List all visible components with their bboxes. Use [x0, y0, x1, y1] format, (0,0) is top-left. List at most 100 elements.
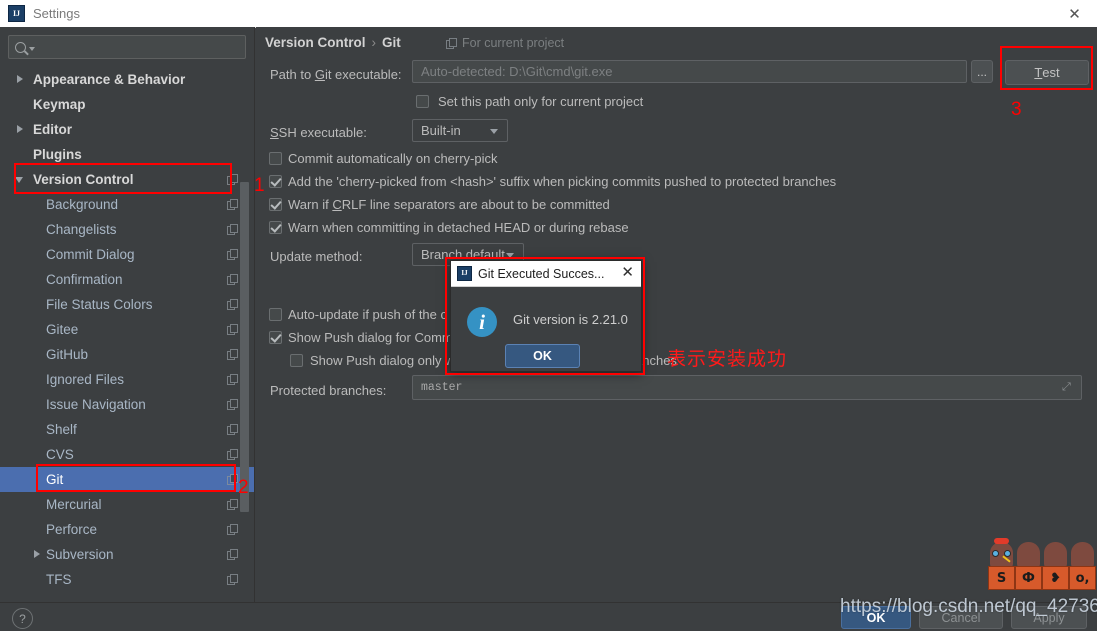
set-path-only-checkbox[interactable]: [416, 95, 429, 108]
copy-settings-icon[interactable]: [227, 324, 238, 335]
copy-settings-icon[interactable]: [227, 299, 238, 310]
git-executable-path-input[interactable]: Auto-detected: D:\Git\cmd\git.exe: [412, 60, 967, 83]
dialog-body: i Git version is 2.21.0 OK: [451, 287, 641, 372]
sidebar-item-label: CVS: [46, 447, 74, 462]
sidebar-item-confirmation[interactable]: Confirmation: [0, 267, 255, 292]
sidebar-item-label: Changelists: [46, 222, 117, 237]
copy-settings-icon[interactable]: [227, 549, 238, 560]
protected-branches-value: master: [421, 381, 463, 394]
checkbox-warn-detached-head[interactable]: [269, 221, 282, 234]
copy-settings-icon[interactable]: [227, 174, 238, 185]
sidebar-item-version-control[interactable]: Version Control: [0, 167, 255, 192]
sidebar-item-tfs[interactable]: TFS: [0, 567, 255, 592]
chevron-right-icon[interactable]: [34, 550, 40, 558]
ssh-executable-value: Built-in: [421, 123, 461, 138]
test-button[interactable]: Test: [1005, 60, 1089, 85]
sidebar-scrollbar-thumb[interactable]: [240, 182, 249, 512]
search-field-wrapper[interactable]: [8, 35, 246, 59]
sidebar-item-label: Ignored Files: [46, 372, 125, 387]
chevron-right-icon[interactable]: [17, 75, 23, 83]
help-icon[interactable]: ?: [12, 608, 33, 629]
checkbox-add-cherry-picked-suffix[interactable]: [269, 175, 282, 188]
sidebar-item-gitee[interactable]: Gitee: [0, 317, 255, 342]
pixel-moles-decoration: S Ф ❥ o,: [988, 538, 1097, 590]
sidebar-item-keymap[interactable]: Keymap: [0, 92, 255, 117]
dialog-titlebar: IJ Git Executed Succes... ✕: [451, 261, 641, 287]
checkbox-auto-update-push[interactable]: [269, 308, 282, 321]
copy-settings-icon[interactable]: [227, 274, 238, 285]
checkbox-show-push-dialog-only[interactable]: [290, 354, 303, 367]
sidebar-item-editor[interactable]: Editor: [0, 117, 255, 142]
sidebar-item-git[interactable]: Git: [0, 467, 255, 492]
search-input[interactable]: [39, 38, 245, 56]
dialog-close-icon[interactable]: ✕: [621, 264, 634, 282]
copy-settings-icon[interactable]: [227, 374, 238, 385]
git-settings-panel: Version Control › Git For current project …: [256, 27, 1097, 602]
window-titlebar: IJ Settings ✕: [0, 0, 1097, 28]
copy-settings-icon[interactable]: [227, 424, 238, 435]
copy-settings-icon[interactable]: [227, 499, 238, 510]
chevron-down-icon[interactable]: [15, 177, 23, 183]
sidebar-item-label: Gitee: [46, 322, 79, 337]
sidebar-item-plugins[interactable]: Plugins: [0, 142, 255, 167]
mole-icon: o,: [1069, 538, 1096, 590]
close-icon[interactable]: ✕: [1052, 0, 1097, 27]
sidebar-item-commit-dialog[interactable]: Commit Dialog: [0, 242, 255, 267]
sidebar-item-mercurial[interactable]: Mercurial: [0, 492, 255, 517]
chevron-down-icon: [29, 47, 35, 51]
copy-settings-icon[interactable]: [227, 224, 238, 235]
sidebar-item-github[interactable]: GitHub: [0, 342, 255, 367]
sidebar-item-file-status-colors[interactable]: File Status Colors: [0, 292, 255, 317]
sidebar-item-label: Keymap: [33, 97, 86, 112]
annotation-number-2: 2: [238, 477, 249, 498]
dialog-message: Git version is 2.21.0: [513, 312, 628, 327]
checkbox-label-0: Commit automatically on cherry-pick: [288, 151, 498, 166]
sidebar-item-ignored-files[interactable]: Ignored Files: [0, 367, 255, 392]
chevron-down-icon: [490, 128, 498, 134]
mole-icon: S: [988, 538, 1015, 590]
sidebar-item-background[interactable]: Background: [0, 192, 255, 217]
expand-icon[interactable]: ⤢: [1062, 381, 1073, 393]
copy-settings-icon[interactable]: [227, 349, 238, 360]
checkbox-warn-crlf[interactable]: [269, 198, 282, 211]
copy-settings-icon[interactable]: [227, 249, 238, 260]
sidebar-item-label: Commit Dialog: [46, 247, 135, 262]
sidebar-item-cvs[interactable]: CVS: [0, 442, 255, 467]
sidebar-item-label: Confirmation: [46, 272, 123, 287]
sidebar-item-perforce[interactable]: Perforce: [0, 517, 255, 542]
for-current-project-label: For current project: [462, 36, 565, 50]
settings-tree: Appearance & Behavior Keymap Editor Plugins…: [0, 67, 255, 592]
sidebar-item-issue-navigation[interactable]: Issue Navigation: [0, 392, 255, 417]
intellij-logo-icon: IJ: [8, 5, 25, 22]
copy-settings-icon[interactable]: [227, 449, 238, 460]
sidebar-item-subversion[interactable]: Subversion: [0, 542, 255, 567]
settings-sidebar: Appearance & Behavior Keymap Editor Plugins…: [0, 27, 255, 602]
copy-settings-icon[interactable]: [227, 574, 238, 585]
sidebar-divider: [254, 27, 255, 602]
chevron-right-icon[interactable]: [17, 125, 23, 133]
copy-settings-icon[interactable]: [227, 399, 238, 410]
copy-settings-icon[interactable]: [227, 474, 238, 485]
sidebar-item-label: Issue Navigation: [46, 397, 146, 412]
show-push-only-label: Show Push dialog only w: [310, 353, 455, 368]
breadcrumb-separator: ›: [371, 35, 377, 50]
sidebar-item-changelists[interactable]: Changelists: [0, 217, 255, 242]
update-method-label: Update method:: [270, 249, 363, 264]
window-title: Settings: [33, 6, 80, 21]
sidebar-item-label: Appearance & Behavior: [33, 72, 186, 87]
breadcrumb-root[interactable]: Version Control: [265, 35, 366, 50]
sidebar-item-label: Mercurial: [46, 497, 102, 512]
copy-settings-icon[interactable]: [227, 524, 238, 535]
auto-update-label: Auto-update if push of the c: [288, 307, 447, 322]
sidebar-item-appearance-behavior[interactable]: Appearance & Behavior: [0, 67, 255, 92]
dialog-ok-button[interactable]: OK: [505, 344, 580, 368]
browse-path-button[interactable]: ...: [971, 60, 993, 83]
breadcrumb-leaf: Git: [382, 35, 401, 50]
sidebar-item-shelf[interactable]: Shelf: [0, 417, 255, 442]
copy-settings-icon[interactable]: [227, 199, 238, 210]
protected-branches-input[interactable]: master ⤢: [412, 375, 1082, 400]
checkbox-commit-auto-cherry-pick[interactable]: [269, 152, 282, 165]
checkbox-show-push-dialog[interactable]: [269, 331, 282, 344]
for-current-project-hint: For current project: [446, 36, 564, 50]
ssh-executable-dropdown[interactable]: Built-in: [412, 119, 508, 142]
